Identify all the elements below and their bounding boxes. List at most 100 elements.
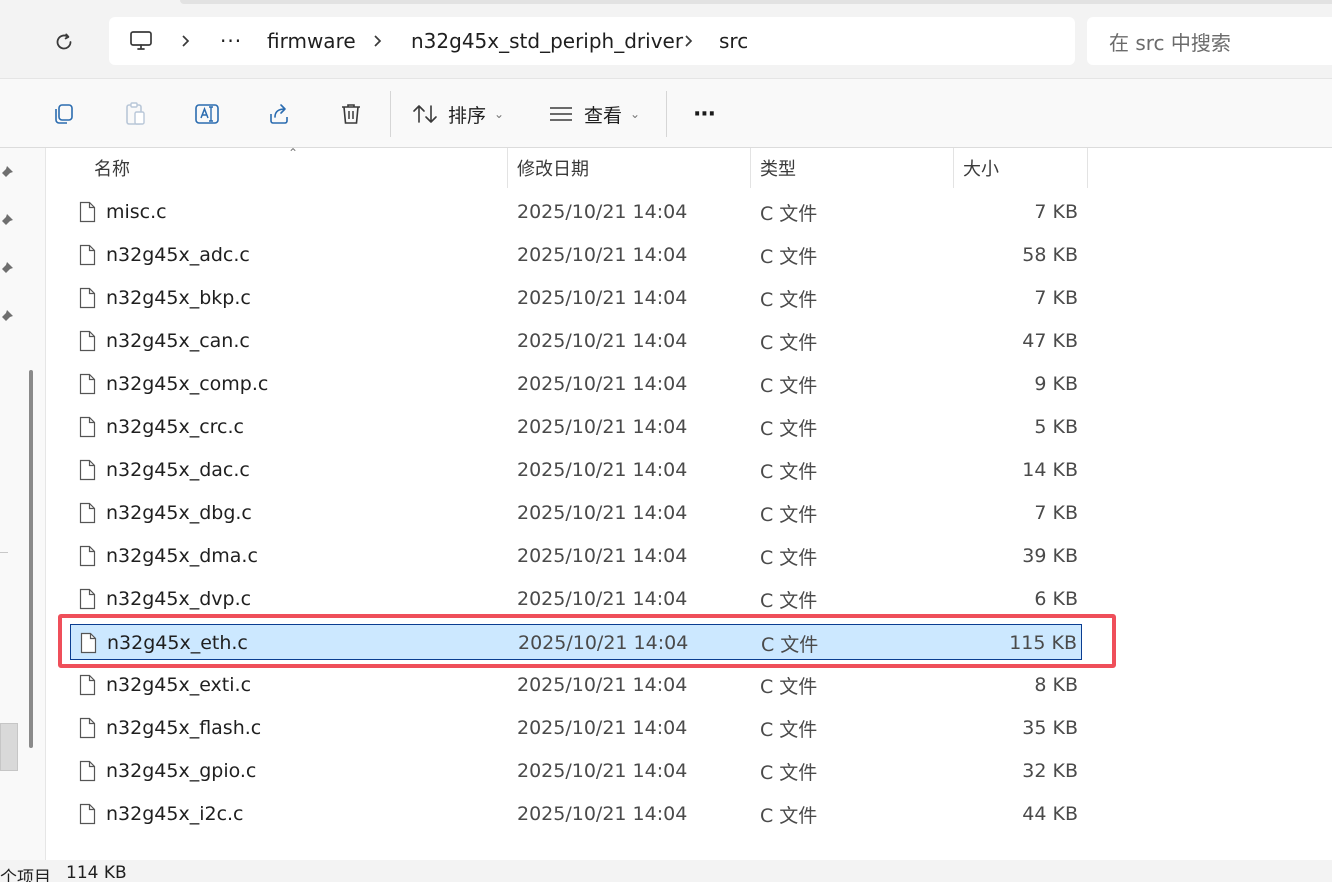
column-header-name[interactable]: 名称 ⌃: [46, 148, 508, 188]
pin-icon[interactable]: [0, 165, 14, 179]
table-row[interactable]: n32g45x_dma.c 2025/10/21 14:04 C 文件 39 KB: [70, 538, 1082, 574]
address-bar[interactable]: ··· firmware n32g45x_std_periph_driver s…: [109, 17, 1075, 65]
search-input[interactable]: 在 src 中搜索: [1087, 17, 1332, 65]
file-modified-date: 2025/10/21 14:04: [517, 201, 688, 223]
file-size: 14 KB: [1022, 459, 1078, 481]
file-list[interactable]: 名称 ⌃ 修改日期 类型 大小 misc.c 2025/10/21 14:04 C …: [46, 148, 1332, 860]
column-name-label: 名称: [94, 159, 130, 180]
status-bar: 个项目 114 KB: [0, 860, 1332, 882]
file-type: C 文件: [760, 675, 818, 698]
this-pc-icon[interactable]: [129, 17, 153, 65]
file-size: 7 KB: [1034, 201, 1078, 223]
breadcrumb-item-firmware[interactable]: firmware: [267, 17, 356, 65]
chevron-right-icon[interactable]: [684, 17, 694, 65]
file-type: C 文件: [760, 589, 818, 612]
nav-selected-item[interactable]: [0, 723, 18, 771]
status-selected-count: 个项目: [0, 868, 51, 882]
sort-label: 排序: [448, 104, 487, 127]
cut-icon: [0, 103, 6, 125]
breadcrumb-item-src[interactable]: src: [719, 17, 748, 65]
table-row[interactable]: n32g45x_can.c 2025/10/21 14:04 C 文件 47 KB: [70, 323, 1082, 359]
file-type: C 文件: [760, 761, 818, 784]
table-row[interactable]: n32g45x_comp.c 2025/10/21 14:04 C 文件 9 KB: [70, 366, 1082, 402]
file-name: n32g45x_crc.c: [106, 416, 244, 438]
file-modified-date: 2025/10/21 14:04: [517, 502, 688, 524]
table-row[interactable]: n32g45x_flash.c 2025/10/21 14:04 C 文件 35 KB: [70, 710, 1082, 746]
file-size: 47 KB: [1022, 330, 1078, 352]
rename-button[interactable]: [186, 93, 228, 135]
column-header-type[interactable]: 类型: [751, 148, 954, 188]
file-modified-date: 2025/10/21 14:04: [517, 760, 688, 782]
file-size: 7 KB: [1034, 287, 1078, 309]
refresh-icon: [56, 33, 72, 50]
table-row[interactable]: n32g45x_dvp.c 2025/10/21 14:04 C 文件 6 KB: [70, 581, 1082, 617]
file-name: n32g45x_adc.c: [106, 244, 250, 266]
more-options-button[interactable]: ···: [684, 93, 724, 135]
file-type: C 文件: [760, 417, 818, 440]
column-size-label: 大小: [963, 159, 999, 180]
file-modified-date: 2025/10/21 14:04: [517, 717, 688, 739]
pin-icon[interactable]: [0, 261, 14, 275]
view-label: 查看: [584, 104, 623, 127]
file-icon: [79, 545, 96, 567]
chevron-right-icon[interactable]: [373, 17, 383, 65]
file-icon: [79, 588, 96, 610]
file-icon: [79, 416, 96, 438]
copy-button[interactable]: [42, 93, 84, 135]
table-row[interactable]: n32g45x_exti.c 2025/10/21 14:04 C 文件 8 KB: [70, 667, 1082, 703]
sort-icon: [413, 105, 437, 123]
toolbar-separator: [666, 91, 667, 137]
file-icon: [79, 760, 96, 782]
share-icon: [270, 104, 288, 124]
column-header-size[interactable]: 大小: [954, 148, 1088, 188]
table-row[interactable]: n32g45x_crc.c 2025/10/21 14:04 C 文件 5 KB: [70, 409, 1082, 445]
view-button[interactable]: 查看 ⌄: [548, 93, 648, 135]
file-name: n32g45x_dma.c: [106, 545, 258, 567]
sort-ascending-icon: ⌃: [288, 148, 299, 160]
table-row[interactable]: n32g45x_dac.c 2025/10/21 14:04 C 文件 14 KB: [70, 452, 1082, 488]
navigation-pane[interactable]: [0, 148, 46, 860]
table-row[interactable]: n32g45x_adc.c 2025/10/21 14:04 C 文件 58 KB: [70, 237, 1082, 273]
breadcrumb-overflow[interactable]: ···: [220, 17, 242, 65]
file-size: 44 KB: [1022, 803, 1078, 825]
file-type: C 文件: [760, 331, 818, 354]
file-size: 39 KB: [1022, 545, 1078, 567]
chevron-right-icon[interactable]: [181, 17, 191, 65]
file-icon: [79, 502, 96, 524]
delete-button[interactable]: [330, 93, 372, 135]
title-bar-strip: [180, 0, 1332, 4]
sort-button[interactable]: 排序 ⌄: [412, 93, 512, 135]
chevron-down-icon: ⌄: [494, 107, 505, 121]
refresh-button[interactable]: [44, 22, 84, 62]
file-name: n32g45x_i2c.c: [106, 803, 244, 825]
file-modified-date: 2025/10/21 14:04: [517, 416, 688, 438]
pin-icon[interactable]: [0, 213, 14, 227]
file-size: 115 KB: [1009, 632, 1077, 654]
column-header-date[interactable]: 修改日期: [508, 148, 751, 188]
pin-icon[interactable]: [0, 309, 14, 323]
file-size: 58 KB: [1022, 244, 1078, 266]
table-row[interactable]: n32g45x_dbg.c 2025/10/21 14:04 C 文件 7 KB: [70, 495, 1082, 531]
table-row[interactable]: n32g45x_i2c.c 2025/10/21 14:04 C 文件 44 KB: [70, 796, 1082, 832]
file-name: n32g45x_can.c: [106, 330, 250, 352]
paste-button[interactable]: [114, 93, 156, 135]
table-row[interactable]: n32g45x_bkp.c 2025/10/21 14:04 C 文件 7 KB: [70, 280, 1082, 316]
file-name: n32g45x_bkp.c: [106, 287, 251, 309]
nav-scrollbar[interactable]: [29, 370, 33, 748]
nav-divider: [0, 552, 8, 553]
cut-button[interactable]: [0, 93, 6, 135]
breadcrumb-item-driver[interactable]: n32g45x_std_periph_driver: [411, 17, 683, 65]
file-type: C 文件: [760, 374, 818, 397]
share-button[interactable]: [258, 93, 300, 135]
chevron-down-icon: ⌄: [630, 107, 641, 121]
file-type: C 文件: [760, 503, 818, 526]
table-row[interactable]: misc.c 2025/10/21 14:04 C 文件 7 KB: [70, 194, 1082, 230]
file-modified-date: 2025/10/21 14:04: [517, 459, 688, 481]
file-size: 32 KB: [1022, 760, 1078, 782]
file-name: n32g45x_dbg.c: [106, 502, 252, 524]
file-modified-date: 2025/10/21 14:04: [517, 674, 688, 696]
file-size: 9 KB: [1034, 373, 1078, 395]
table-row[interactable]: n32g45x_gpio.c 2025/10/21 14:04 C 文件 32 KB: [70, 753, 1082, 789]
table-row-selected[interactable]: n32g45x_eth.c 2025/10/21 14:04 C 文件 115 KB: [70, 624, 1082, 660]
file-icon: [79, 373, 96, 395]
